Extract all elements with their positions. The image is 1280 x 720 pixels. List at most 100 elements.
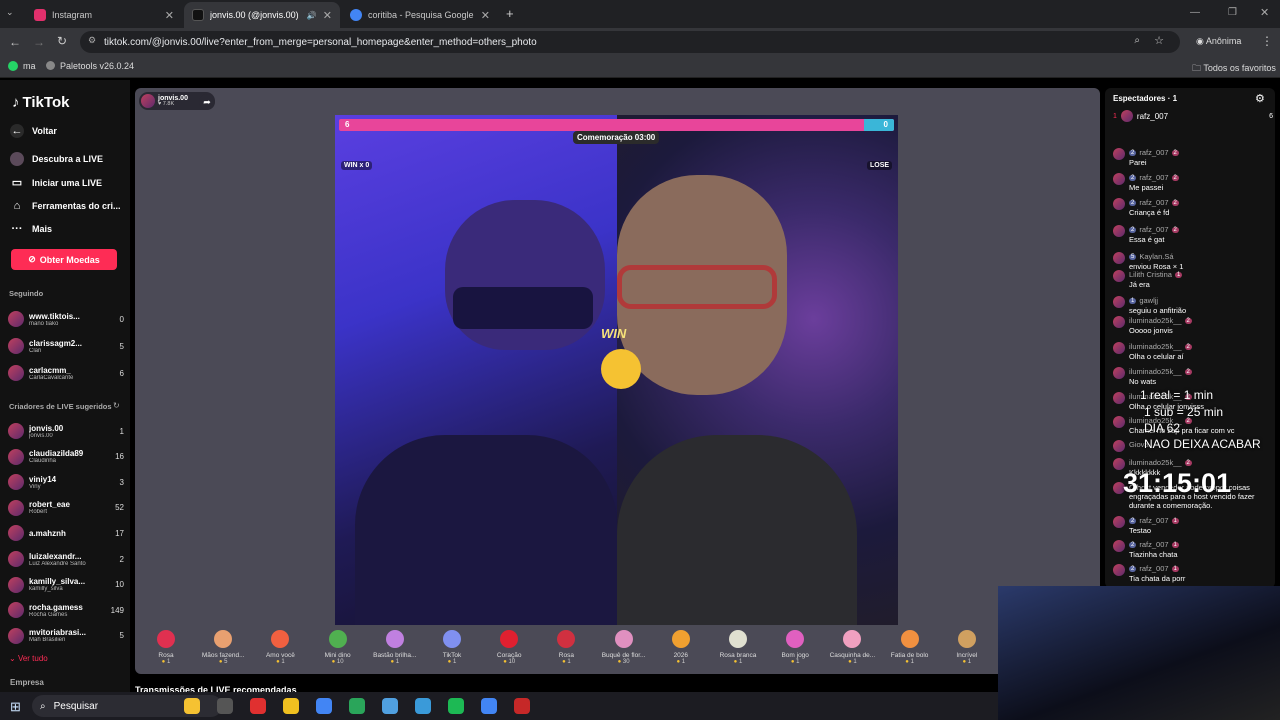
gift-item[interactable]: Coração ● 10: [481, 630, 537, 665]
following-item[interactable]: clarissagm2... Clari 5: [8, 335, 124, 357]
get-coins-label: Obter Moedas: [39, 254, 100, 265]
gift-item[interactable]: Incrível ● 1: [939, 630, 995, 665]
gift-item[interactable]: Buquê de flor... ● 30: [596, 630, 652, 665]
new-tab-plus-icon[interactable]: +: [506, 6, 514, 21]
bookmark-paletools[interactable]: Paletools v26.0.24: [60, 61, 134, 71]
get-coins-button[interactable]: ⊘ Obter Moedas: [11, 249, 117, 270]
gift-item[interactable]: Casquinha de... ● 1: [824, 630, 880, 665]
chat-message[interactable]: 5 Kaylan.Sá enviou Rosa × 1: [1113, 252, 1273, 271]
tiktok-logo[interactable]: ♪ TikTok: [12, 94, 69, 111]
chat-user-line: 2 rafz_007 1: [1129, 540, 1273, 549]
chat-message[interactable]: 2 rafz_007 1 Tia chata da porr: [1113, 564, 1273, 583]
following-item[interactable]: carlacmm_ CarlaCavalcante 6: [8, 362, 124, 384]
creator-item[interactable]: kamilly_silva... kamilly_silva 10: [8, 574, 124, 596]
gift-item[interactable]: TikTok ● 1: [424, 630, 480, 665]
gift-item[interactable]: Fatia de bolo ● 1: [882, 630, 938, 665]
nav-discover-live[interactable]: Descubra a LIVE: [10, 152, 103, 166]
copilot-icon[interactable]: [184, 698, 200, 714]
bookmark-ma[interactable]: ma: [23, 61, 36, 71]
share-icon[interactable]: ➦: [199, 94, 215, 110]
gift-item[interactable]: Bom jogo ● 1: [767, 630, 823, 665]
close-tab-icon[interactable]: ✕: [481, 9, 490, 22]
close-tab-icon[interactable]: ✕: [165, 9, 174, 22]
edge-icon[interactable]: [415, 698, 431, 714]
task-view-icon[interactable]: [217, 698, 233, 714]
back-button[interactable]: ← Voltar: [10, 124, 57, 138]
see-all-link[interactable]: ⌄ Ver tudo: [9, 654, 48, 663]
reload-icon[interactable]: ↻: [57, 34, 67, 48]
chat-message[interactable]: 2 rafz_007 2 Me passei: [1113, 173, 1273, 192]
chat-message[interactable]: 2 rafz_007 2 Parei: [1113, 148, 1273, 167]
chat-message[interactable]: 2 rafz_007 2 Essa é gat: [1113, 225, 1273, 244]
creator-item[interactable]: robert_eae Robert 52: [8, 497, 124, 519]
live-video[interactable]: 6 0 Comemoração 03:00 WIN x 0 LOSE WIN: [335, 115, 898, 625]
file-explorer-icon[interactable]: [283, 698, 299, 714]
creator-item[interactable]: jonvis.00 jonvis.00 1: [8, 420, 124, 442]
settings-gear-icon[interactable]: ⚙: [1255, 92, 1265, 105]
chat-message[interactable]: iluminado25k__ 2 Olha o celular aí: [1113, 342, 1273, 361]
creator-name: kamilly_silva...: [29, 577, 86, 587]
gift-item[interactable]: Mãos fazend... ● 5: [195, 630, 251, 665]
chrome-icon[interactable]: [316, 698, 332, 714]
creator-item[interactable]: mvitoriabrasi... Mah Brasilien 5: [8, 625, 124, 647]
chat-user-line: 2 rafz_007 1: [1129, 564, 1273, 573]
store-icon[interactable]: [349, 698, 365, 714]
gift-item[interactable]: Rosa ● 1: [138, 630, 194, 665]
tab-instagram[interactable]: Instagram ✕: [26, 2, 182, 28]
chrome-alt-icon[interactable]: [481, 698, 497, 714]
menu-dots-icon[interactable]: ⋮: [1261, 34, 1273, 48]
refresh-icon[interactable]: ↻: [113, 401, 120, 410]
minimize-icon[interactable]: —: [1190, 7, 1200, 18]
creator-item[interactable]: rocha.gamess Rocha Games 149: [8, 599, 124, 621]
chat-message[interactable]: 2 rafz_007 2 Criança é fd: [1113, 198, 1273, 217]
tab-google[interactable]: coritiba - Pesquisa Google ✕: [342, 2, 498, 28]
chat-user-line: 1 gawljj: [1129, 296, 1273, 305]
chat-message[interactable]: Lilith Cristina 1 Já era: [1113, 270, 1273, 289]
gift-icon: [385, 630, 404, 648]
profile-button[interactable]: ◉ Anônima: [1196, 36, 1241, 47]
gift-item[interactable]: Bastão brilha... ● 1: [367, 630, 423, 665]
gift-item[interactable]: Rosa branca ● 1: [710, 630, 766, 665]
recorder-icon[interactable]: [250, 698, 266, 714]
search-icon[interactable]: ⌕: [1134, 35, 1140, 46]
chat-message[interactable]: 2 rafz_007 1 Testao: [1113, 516, 1273, 535]
chat-message[interactable]: iluminado25k__ 2 No wats: [1113, 367, 1273, 386]
creator-item[interactable]: claudiazilda89 Claudinha 16: [8, 446, 124, 468]
viewer-row[interactable]: 1 rafz_007 6: [1113, 110, 1273, 122]
speaker-icon[interactable]: 🔊: [307, 11, 317, 20]
app-red-icon[interactable]: [514, 698, 530, 714]
all-bookmarks[interactable]: 🗀 Todos os favoritos: [1192, 61, 1276, 77]
windows-start-icon[interactable]: ⊞: [10, 699, 21, 715]
company-link[interactable]: Empresa: [10, 678, 44, 687]
creator-sub: Claudinha: [29, 458, 57, 465]
creator-item[interactable]: luizalexandr... Luiz Alexandre Santo 2: [8, 548, 124, 570]
nav-more[interactable]: ··· Mais: [10, 222, 53, 236]
score-right: 0: [883, 120, 888, 129]
maximize-icon[interactable]: ❐: [1228, 7, 1237, 18]
creator-sub: Luiz Alexandre Santo: [29, 560, 86, 567]
chat-message[interactable]: iluminado25k__ 2 Ooooo jonvis: [1113, 316, 1273, 335]
spotify-icon[interactable]: [448, 698, 464, 714]
creator-item[interactable]: a.mahznh 17: [8, 522, 124, 544]
star-icon[interactable]: ☆: [1154, 34, 1164, 47]
creator-item[interactable]: viniy14 Viny 3: [8, 471, 124, 493]
app-icon[interactable]: [382, 698, 398, 714]
gift-item[interactable]: 2026 ● 1: [653, 630, 709, 665]
tab-tiktok[interactable]: jonvis.00 (@jonvis.00) come 🔊 ✕: [184, 2, 340, 28]
chat-message[interactable]: 2 rafz_007 1 Tiazinha chata: [1113, 540, 1273, 559]
gift-item[interactable]: Amo você ● 1: [252, 630, 308, 665]
tab-list-chevron-icon[interactable]: ⌄: [6, 7, 14, 18]
close-window-icon[interactable]: ✕: [1260, 6, 1269, 19]
following-item[interactable]: www.tiktois... mano tiako 0: [8, 308, 124, 330]
chat-message[interactable]: 1 gawljj seguiu o anfitrião: [1113, 296, 1273, 315]
forward-arrow-icon[interactable]: →: [33, 35, 45, 49]
close-tab-icon[interactable]: ✕: [323, 9, 332, 22]
nav-creator-tools[interactable]: ⌂ Ferramentas do cri...: [10, 199, 121, 213]
gift-name: TikTok: [442, 652, 462, 659]
gift-item[interactable]: Rosa ● 1: [538, 630, 594, 665]
address-bar[interactable]: ⚙ tiktok.com/@jonvis.00/live?enter_from_…: [80, 31, 1180, 53]
site-info-icon[interactable]: ⚙: [88, 35, 96, 46]
back-arrow-icon[interactable]: ←: [9, 35, 21, 49]
gift-item[interactable]: Mini dino ● 10: [310, 630, 366, 665]
nav-start-live[interactable]: ▭ Iniciar uma LIVE: [10, 176, 102, 190]
